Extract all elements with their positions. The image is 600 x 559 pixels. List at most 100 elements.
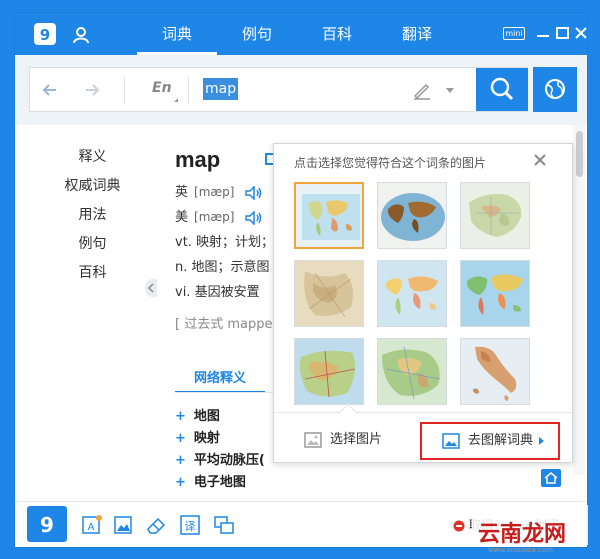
- speaker-icon[interactable]: [244, 210, 263, 225]
- app-window: 9 词典 例句 百科 翻译 mini En map 释义 权威词典 用法 例句 …: [0, 0, 600, 559]
- map-thumbnail[interactable]: [377, 260, 447, 327]
- svg-text:译: 译: [185, 520, 196, 533]
- web-def-text: 平均动脉压(: [193, 453, 265, 468]
- divider: [188, 76, 189, 104]
- illustrated-dictionary-button[interactable]: 去图解词典: [420, 422, 560, 460]
- tab-examples[interactable]: 例句: [217, 13, 297, 55]
- map-thumbnail[interactable]: [460, 260, 530, 327]
- web-def-item[interactable]: + 映射: [175, 427, 220, 446]
- illustrated-dict-label: 去图解词典: [468, 433, 534, 448]
- language-selector[interactable]: En: [152, 80, 172, 96]
- search-box: En map: [29, 67, 528, 112]
- home-icon[interactable]: [541, 469, 561, 487]
- watermark-text: 云南龙网: [478, 522, 567, 547]
- pron-us-label: 美: [175, 210, 189, 225]
- map-thumbnail[interactable]: [294, 260, 364, 327]
- eraser-icon[interactable]: [145, 514, 167, 536]
- world-map-image: [461, 261, 529, 326]
- online-translate-button[interactable]: [533, 67, 577, 112]
- close-icon[interactable]: [532, 152, 548, 168]
- map-thumbnail[interactable]: [377, 338, 447, 405]
- app-logo-button[interactable]: 9: [27, 506, 67, 542]
- mini-mode-button[interactable]: mini: [503, 27, 525, 40]
- pron-uk-ipa: [mæp]: [194, 185, 235, 199]
- language-corner-icon: [174, 98, 178, 102]
- web-def-item[interactable]: + 平均动脉压(: [175, 449, 265, 468]
- tab-web-definitions[interactable]: 网络释义: [175, 367, 265, 393]
- dictionary-panel: 9 词典 例句 百科 翻译 mini En map 释义 权威词典 用法 例句 …: [14, 12, 588, 548]
- scrollbar-thumb[interactable]: [576, 131, 583, 177]
- nav-definition[interactable]: 释义: [55, 146, 130, 166]
- image-dict-icon[interactable]: [113, 514, 135, 536]
- world-map-image: [378, 261, 446, 326]
- pronunciation-us: 美 [mæp]: [175, 206, 263, 225]
- world-map-image: [378, 183, 446, 248]
- popup-title: 点击选择您觉得符合这个词条的图片: [294, 156, 487, 170]
- nav-authority-dict[interactable]: 权威词典: [55, 175, 130, 195]
- svg-text:9: 9: [40, 26, 50, 44]
- back-arrow-icon[interactable]: [40, 80, 60, 100]
- nav-encyclopedia[interactable]: 百科: [55, 262, 130, 282]
- country-map-image: [461, 183, 529, 248]
- chat-icon[interactable]: [213, 514, 235, 536]
- forward-arrow-icon[interactable]: [82, 80, 102, 100]
- close-icon[interactable]: [571, 23, 588, 43]
- map-thumbnail[interactable]: [377, 182, 447, 249]
- definition-line: vi. 基因被安置: [175, 285, 260, 300]
- divider: [274, 412, 574, 413]
- maximize-icon[interactable]: [553, 23, 573, 43]
- globe-icon: [545, 79, 565, 99]
- map-thumbnail[interactable]: [294, 338, 364, 405]
- web-def-text: 地图: [193, 409, 220, 424]
- handwriting-pen-icon[interactable]: [411, 79, 433, 101]
- region-map-image: [378, 339, 446, 404]
- user-icon[interactable]: [71, 25, 91, 45]
- divider: [124, 76, 125, 104]
- app-logo-icon[interactable]: 9: [33, 22, 57, 46]
- headword: map: [175, 147, 221, 172]
- divider: [175, 392, 275, 393]
- search-input[interactable]: map: [203, 78, 239, 100]
- map-thumbnail[interactable]: [294, 182, 364, 249]
- region-map-image: [295, 339, 363, 404]
- title-bar: 9 词典 例句 百科 翻译 mini: [15, 13, 588, 55]
- choose-image-button[interactable]: 选择图片: [304, 428, 382, 448]
- web-def-item[interactable]: + 地图: [175, 405, 220, 424]
- app-logo-icon: 9: [40, 513, 54, 537]
- nav-examples[interactable]: 例句: [55, 233, 130, 253]
- tab-translate[interactable]: 翻译: [377, 13, 457, 55]
- svg-text:A: A: [88, 522, 95, 533]
- choose-image-label: 选择图片: [330, 432, 383, 447]
- nav-usage[interactable]: 用法: [55, 204, 130, 224]
- minimize-icon[interactable]: [533, 23, 553, 43]
- search-icon: [490, 77, 514, 101]
- scrollbar-track[interactable]: [573, 125, 585, 475]
- map-thumbnail[interactable]: [460, 182, 530, 249]
- country-map-image: [461, 339, 529, 404]
- wordbook-icon[interactable]: A: [81, 514, 103, 536]
- collapse-nav-button[interactable]: [145, 279, 157, 297]
- pron-us-ipa: [mæp]: [194, 210, 235, 224]
- tab-encyclopedia[interactable]: 百科: [297, 13, 377, 55]
- definition-line: n. 地图；示意图: [175, 260, 270, 275]
- terrain-map-image: [295, 261, 363, 326]
- image-picker-popup: 点击选择您觉得符合这个词条的图片 选择图片 去图解词典: [273, 143, 574, 463]
- popup-pointer: [339, 403, 357, 421]
- illustrated-dict-icon: [442, 432, 460, 449]
- definition-line: vt. 映射；计划；: [175, 235, 275, 250]
- image-icon: [304, 431, 322, 448]
- pron-uk-label: 英: [175, 185, 189, 200]
- search-area: En map: [15, 55, 587, 125]
- word-forms: [ 过去式 mappe: [175, 317, 273, 332]
- pronunciation-uk: 英 [mæp]: [175, 181, 263, 200]
- tab-dictionary[interactable]: 词典: [137, 13, 217, 55]
- web-def-item[interactable]: + 电子地图: [175, 471, 246, 490]
- chevron-right-icon: [539, 437, 544, 445]
- map-thumbnail[interactable]: [460, 338, 530, 405]
- search-button[interactable]: [476, 68, 528, 111]
- chevron-down-icon[interactable]: [446, 88, 454, 93]
- svg-text:9: 9: [40, 513, 54, 537]
- web-def-text: 映射: [193, 431, 220, 446]
- translate-icon[interactable]: 译: [179, 514, 201, 536]
- speaker-icon[interactable]: [244, 185, 263, 200]
